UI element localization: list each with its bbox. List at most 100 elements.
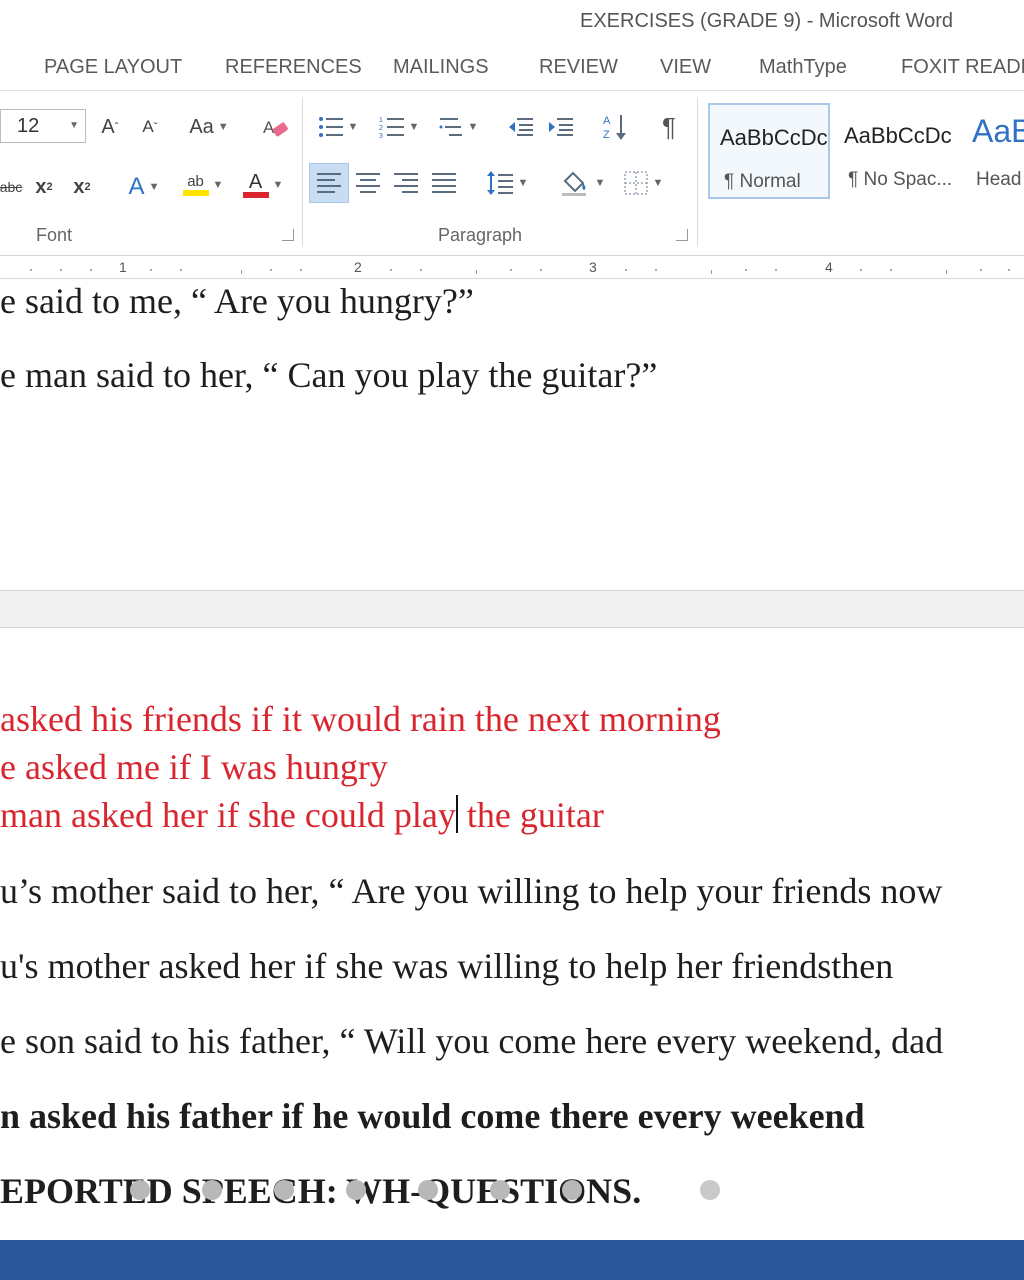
line-spacing-button[interactable]: ▼: [482, 165, 532, 201]
numbering-button[interactable]: 1 2 3 ▼: [372, 109, 426, 145]
increase-indent-icon: [549, 118, 573, 136]
ruler-mark: 4: [825, 259, 833, 275]
ruler-dot: [510, 269, 512, 271]
paragraph-dialog-launcher-icon[interactable]: [676, 229, 688, 241]
shrink-font-button[interactable]: Aˇ: [136, 109, 164, 145]
chevron-down-icon: ▼: [594, 177, 606, 189]
ruler-dot: [890, 269, 892, 271]
document-area[interactable]: e said to me, “ Are you hungry?” e man s…: [0, 280, 1024, 1240]
subscript-mark: 2: [46, 181, 53, 193]
ruler-tick: [241, 270, 242, 274]
clear-formatting-button[interactable]: A: [258, 109, 292, 145]
tab-mathtype[interactable]: MathType: [759, 56, 847, 79]
highlight-label: ab: [187, 173, 204, 190]
styles-gallery: AaBbCcDc ¶ Normal AaBbCcDc ¶ No Spac... …: [706, 99, 1024, 205]
ruler-dot: [60, 269, 62, 271]
svg-text:A: A: [603, 115, 611, 127]
ruler-dot: [390, 269, 392, 271]
justify-button[interactable]: [426, 165, 462, 201]
tab-view[interactable]: VIEW: [660, 56, 711, 79]
ruler-dot: [745, 269, 747, 271]
change-case-button[interactable]: Aa ▼: [184, 109, 234, 145]
chevron-down-icon: ▼: [217, 121, 229, 133]
style-no-spacing[interactable]: AaBbCcDc ¶ No Spac...: [834, 103, 956, 199]
highlight-swatch: [182, 190, 209, 196]
tab-references[interactable]: REFERENCES: [225, 56, 362, 79]
document-line[interactable]: u's mother asked her if she was willing …: [0, 945, 893, 987]
caret-up-icon: ˆ: [114, 120, 119, 134]
chevron-down-icon: ▼: [408, 121, 420, 133]
answer-line[interactable]: e asked me if I was hungry: [0, 746, 388, 788]
subscript-icon: x: [35, 175, 47, 198]
paint-bucket-icon: [561, 171, 586, 196]
dot-icon: [202, 1180, 222, 1200]
show-formatting-marks-button[interactable]: ¶: [652, 109, 686, 145]
tab-page-layout[interactable]: PAGE LAYOUT: [44, 56, 182, 79]
bullet-list-icon: [318, 117, 343, 137]
dot-icon: [130, 1180, 150, 1200]
tab-mailings[interactable]: MAILINGS: [393, 56, 489, 79]
caret-down-icon: ˇ: [153, 120, 158, 134]
title-bar: EXERCISES (GRADE 9) - Microsoft Word: [0, 0, 1024, 44]
document-line[interactable]: e son said to his father, “ Will you com…: [0, 1020, 943, 1062]
align-center-button[interactable]: [350, 165, 386, 201]
window-title: EXERCISES (GRADE 9) - Microsoft Word: [580, 10, 954, 32]
strikethrough-icon: abc: [0, 179, 23, 195]
superscript-mark: 2: [84, 181, 91, 193]
decrease-indent-button[interactable]: [504, 109, 538, 145]
document-line[interactable]: u’s mother said to her, “ Are you willin…: [0, 870, 942, 912]
font-dialog-launcher-icon[interactable]: [282, 229, 294, 241]
style-normal[interactable]: AaBbCcDc ¶ Normal: [708, 103, 830, 199]
ruler-dot: [180, 269, 182, 271]
pilcrow-icon: ¶: [662, 111, 676, 142]
answer-line[interactable]: asked his friends if it would rain the n…: [0, 698, 721, 740]
tab-foxit-reader[interactable]: FOXIT READE: [901, 56, 1024, 79]
ruler-dot: [980, 269, 982, 271]
subscript-button[interactable]: x2: [30, 169, 58, 205]
shading-button[interactable]: ▼: [554, 165, 610, 201]
borders-button[interactable]: ▼: [616, 165, 670, 201]
ruler-mark: 2: [354, 259, 362, 275]
chevron-down-icon: ▼: [272, 179, 284, 191]
align-left-button[interactable]: [309, 163, 349, 203]
text-effects-button[interactable]: A ▼: [120, 169, 168, 205]
svg-text:2: 2: [379, 125, 383, 132]
document-line[interactable]: n asked his father if he would come ther…: [0, 1095, 865, 1137]
document-line[interactable]: e man said to her, “ Can you play the gu…: [0, 354, 657, 396]
chevron-down-icon: ▼: [148, 181, 160, 193]
horizontal-ruler[interactable]: 1 2 3 4: [0, 257, 1024, 279]
highlight-color-button[interactable]: ab ▼: [176, 167, 230, 203]
font-color-button[interactable]: A ▼: [236, 167, 290, 203]
tab-review[interactable]: REVIEW: [539, 56, 618, 79]
ruler-dot: [775, 269, 777, 271]
paragraph-group-label: Paragraph: [438, 225, 523, 245]
multilevel-list-button[interactable]: ▼: [432, 109, 484, 145]
group-separator: [697, 97, 698, 247]
bullets-button[interactable]: ▼: [312, 109, 364, 145]
sort-button[interactable]: A Z: [600, 109, 634, 145]
increase-indent-button[interactable]: [544, 109, 578, 145]
strikethrough-button[interactable]: abc: [0, 169, 22, 205]
document-line[interactable]: e said to me, “ Are you hungry?”: [0, 280, 474, 322]
ruler-dot: [1008, 269, 1010, 271]
chevron-down-icon: ▼: [467, 121, 479, 133]
answer-line[interactable]: man asked her if she could play the guit…: [0, 794, 604, 836]
change-case-icon: Aa: [189, 115, 214, 138]
decrease-indent-icon: [509, 118, 533, 136]
style-heading[interactable]: AaB Head: [962, 103, 1024, 199]
ruler-dot: [655, 269, 657, 271]
chevron-down-icon[interactable]: ▼: [69, 120, 79, 131]
multilevel-list-icon: [439, 118, 462, 136]
shrink-font-icon: A: [142, 117, 154, 136]
font-color-icon: A: [242, 172, 269, 198]
ruler-dot: [270, 269, 272, 271]
chevron-down-icon: ▼: [212, 179, 224, 191]
dot-icon: [562, 1180, 582, 1200]
chevron-down-icon: ▼: [652, 177, 664, 189]
align-right-button[interactable]: [388, 165, 424, 201]
grow-font-button[interactable]: Aˆ: [96, 109, 124, 145]
answer-text: man asked her if she could play: [0, 795, 456, 835]
superscript-button[interactable]: x2: [68, 169, 96, 205]
font-size-combobox[interactable]: 12 ▼: [0, 109, 86, 143]
font-size-value: 12: [17, 115, 40, 137]
